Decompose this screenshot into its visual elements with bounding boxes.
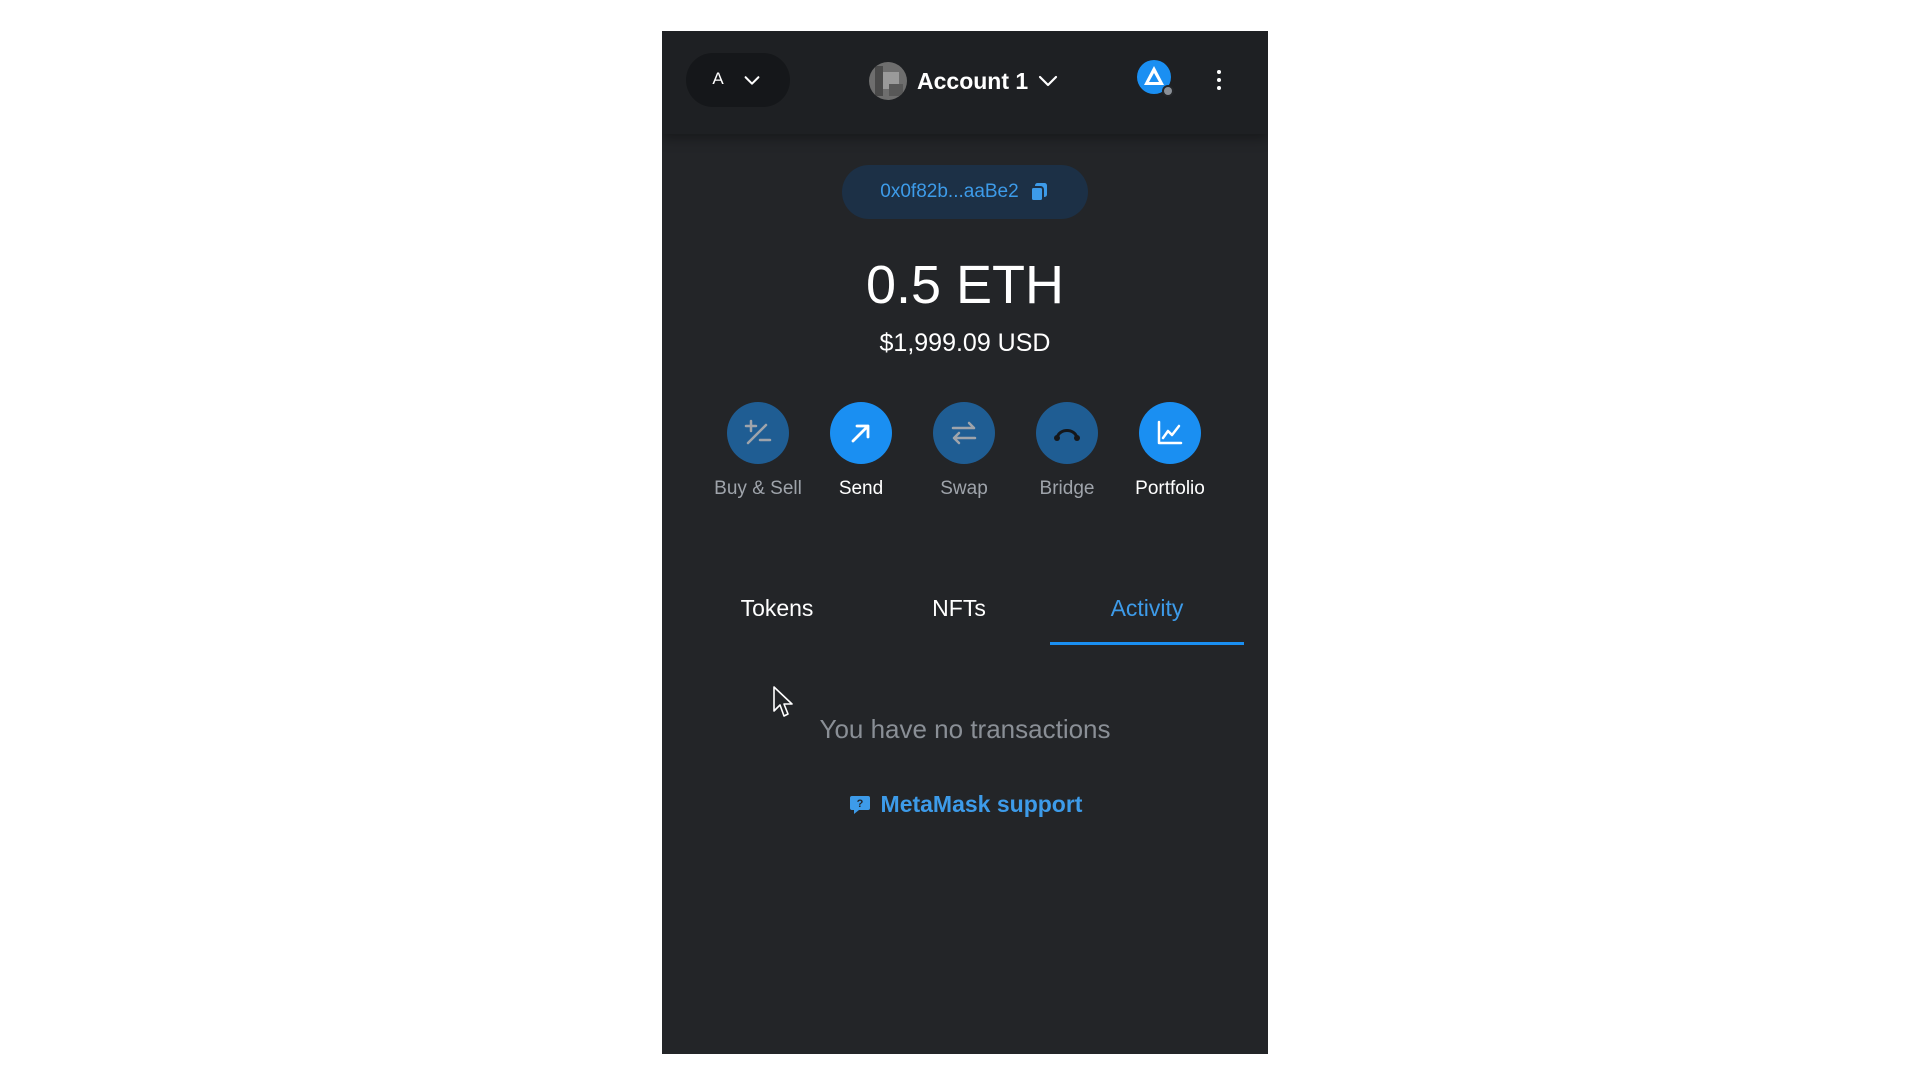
wallet-popup: A Account 1 0x0f82b...aaBe2 0.5 ETH $1,9… — [662, 31, 1268, 1054]
account-picker[interactable]: Account 1 — [869, 59, 1060, 103]
portfolio-button[interactable]: Portfolio — [1120, 402, 1220, 502]
tab-activity[interactable]: Activity — [1050, 571, 1244, 645]
arrow-up-right-icon — [830, 402, 892, 464]
bridge-button[interactable]: Bridge — [1017, 402, 1117, 502]
bridge-label: Bridge — [1039, 478, 1095, 499]
active-tab-indicator — [1050, 642, 1244, 645]
header-bar: A Account 1 — [662, 31, 1268, 134]
account-address: 0x0f82b...aaBe2 — [880, 181, 1019, 202]
empty-activity-message: You have no transactions — [819, 714, 1111, 744]
account-address-button[interactable]: 0x0f82b...aaBe2 — [842, 165, 1088, 219]
mouse-cursor-icon — [773, 686, 793, 717]
tab-activity-label: Activity — [1110, 595, 1184, 621]
swap-label: Swap — [940, 478, 988, 499]
copy-icon — [1029, 183, 1047, 202]
support-link-label: MetaMask support — [880, 791, 1083, 817]
network-initial: A — [712, 69, 724, 88]
svg-text:?: ? — [856, 798, 863, 810]
chart-icon — [1139, 402, 1201, 464]
swap-button[interactable]: Swap — [914, 402, 1014, 502]
account-name: Account 1 — [917, 68, 1029, 94]
fiat-balance: $1,999.09 USD — [879, 329, 1051, 357]
swap-arrows-icon — [933, 402, 995, 464]
chevron-down-icon — [1039, 75, 1058, 87]
avatar — [869, 62, 907, 100]
send-label: Send — [838, 478, 884, 499]
send-button[interactable]: Send — [811, 402, 911, 502]
portfolio-label: Portfolio — [1135, 478, 1205, 499]
tab-tokens[interactable]: Tokens — [686, 571, 868, 645]
buy-sell-label: Buy & Sell — [714, 478, 802, 499]
more-options-icon[interactable] — [1208, 61, 1230, 99]
token-balance: 0.5 ETH — [865, 255, 1065, 315]
chevron-down-icon — [744, 76, 760, 85]
tab-nfts[interactable]: NFTs — [868, 571, 1050, 645]
network-picker[interactable]: A — [686, 53, 790, 107]
buy-sell-button[interactable]: Buy & Sell — [708, 402, 808, 502]
bridge-icon — [1036, 402, 1098, 464]
plus-minus-icon — [727, 402, 789, 464]
metamask-support-link[interactable]: ? MetaMask support — [662, 791, 1268, 818]
connected-site-icon[interactable] — [1136, 59, 1176, 99]
asset-tabs: Tokens NFTs Activity — [686, 571, 1268, 645]
help-chat-icon: ? — [849, 795, 870, 814]
